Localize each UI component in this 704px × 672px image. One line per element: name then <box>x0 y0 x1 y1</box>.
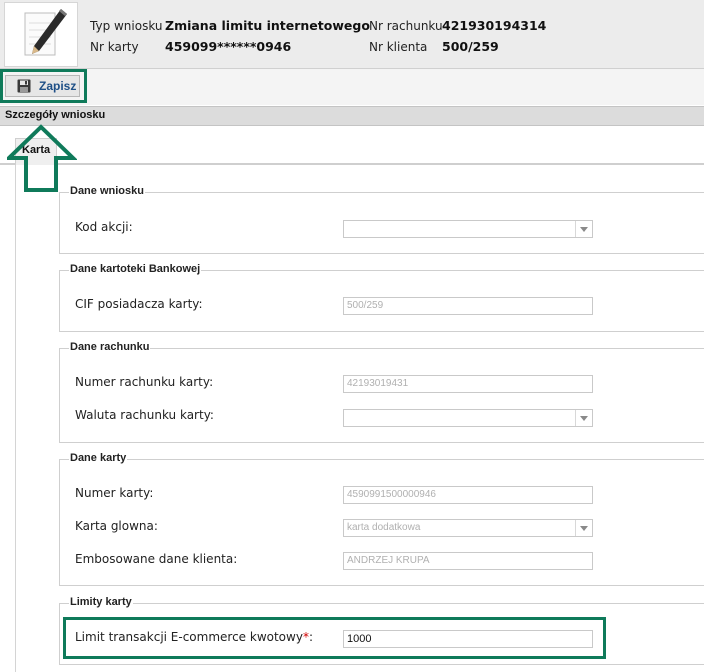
karta-glowna-value: karta dodatkowa <box>347 522 421 533</box>
cif-value: 500/259 <box>347 300 384 311</box>
numer-karty-label: Numer karty: <box>75 486 154 500</box>
numer-karty-value: 4590991500000946 <box>347 489 436 500</box>
fieldset-legend: Dane karty <box>69 452 128 464</box>
embosowane-label: Embosowane dane klienta: <box>75 552 238 566</box>
pencil-notepad-icon <box>4 2 78 67</box>
waluta-rachunku-label: Waluta rachunku karty: <box>75 408 214 422</box>
limit-highlight-frame <box>63 617 606 659</box>
client-number-label: Nr klienta <box>369 40 428 54</box>
card-number-value: 459099******0946 <box>165 39 292 54</box>
fieldset-legend: Dane kartoteki Bankowej <box>69 263 202 275</box>
account-number-value: 421930194314 <box>442 18 547 33</box>
cif-field[interactable]: 500/259 <box>343 297 593 315</box>
client-number-value: 500/259 <box>442 39 499 54</box>
chevron-down-icon[interactable] <box>575 520 592 536</box>
card-number-label: Nr karty <box>90 40 139 54</box>
request-header: Typ wniosku Zmiana limitu internetowego … <box>0 0 704 69</box>
karta-glowna-label: Karta glowna: <box>75 519 158 533</box>
tab-strip <box>0 163 704 165</box>
toolbar: Zapisz <box>0 69 704 105</box>
up-arrow-annotation-icon <box>7 124 77 192</box>
kod-akcji-label: Kod akcji: <box>75 220 133 234</box>
request-type-value: Zmiana limitu internetowego <box>165 18 370 33</box>
fieldset-dane-rachunku: Dane rachunku <box>59 341 704 443</box>
fieldset-legend: Limity karty <box>69 596 133 608</box>
cif-label: CIF posiadacza karty: <box>75 297 203 311</box>
section-title: Szczegóły wniosku <box>5 109 106 121</box>
chevron-down-icon[interactable] <box>575 221 592 237</box>
numer-rachunku-field[interactable]: 42193019431 <box>343 375 593 393</box>
chevron-down-icon[interactable] <box>575 410 592 426</box>
request-type-label: Typ wniosku <box>90 19 163 33</box>
section-title-bar: Szczegóły wniosku <box>0 106 704 126</box>
numer-rachunku-value: 42193019431 <box>347 378 409 389</box>
embosowane-value: ANDRZEJ KRUPA <box>347 555 430 566</box>
numer-rachunku-label: Numer rachunku karty: <box>75 375 214 389</box>
embosowane-field[interactable]: ANDRZEJ KRUPA <box>343 552 593 570</box>
karta-glowna-select[interactable]: karta dodatkowa <box>343 519 593 537</box>
panel-border <box>15 165 16 672</box>
numer-karty-field[interactable]: 4590991500000946 <box>343 486 593 504</box>
kod-akcji-select[interactable] <box>343 220 593 238</box>
waluta-rachunku-select[interactable] <box>343 409 593 427</box>
account-number-label: Nr rachunku <box>369 19 443 33</box>
fieldset-legend: Dane wniosku <box>69 185 145 197</box>
fieldset-legend: Dane rachunku <box>69 341 151 353</box>
save-highlight-frame <box>0 69 87 103</box>
